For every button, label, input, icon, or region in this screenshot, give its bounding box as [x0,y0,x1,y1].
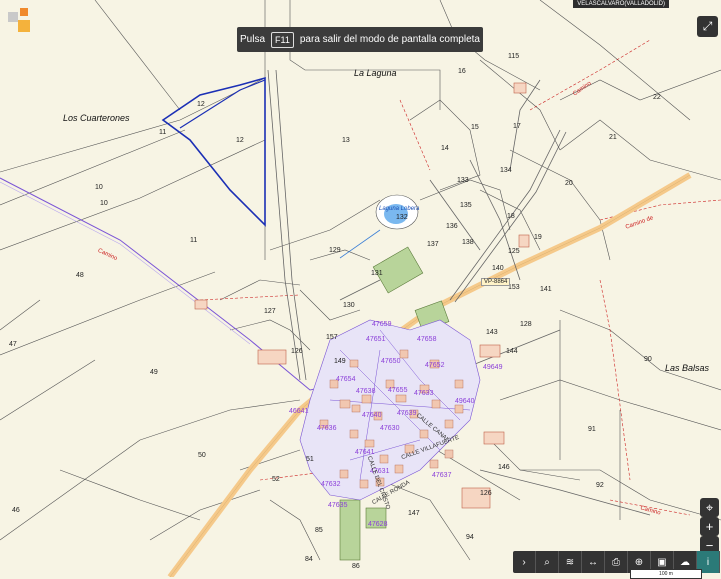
catastro-logo [8,8,34,32]
parcel-label: 17 [513,123,521,130]
fullscreen-banner: Pulsa F11 para salir del modo de pantall… [237,27,483,52]
parcel-label: 141 [540,286,552,293]
place-laguna-lobera: Laguna Lobera [379,206,420,212]
ref-label: 47658 [417,336,437,343]
parcel-label: 140 [492,265,504,272]
parcel-label: 137 [427,241,439,248]
parcel-label: 126 [480,490,492,497]
ref-label: 47630 [380,425,400,432]
banner-prefix: Pulsa [240,34,266,45]
ref-label: 47655 [388,387,408,394]
parcel-label: 52 [272,476,280,483]
parcel-label: 143 [486,329,498,336]
parcel-label: 147 [408,510,420,517]
road-label-vp: VP-8864 [481,278,511,286]
ref-label: 47641 [355,449,375,456]
ref-label: 47638 [356,388,376,395]
ref-label: 47651 [366,336,386,343]
banner-text: para salir del modo de pantalla completa [299,34,480,45]
parcel-label: 18 [507,213,515,220]
parcel-label: 144 [506,348,518,355]
ref-label: 47632 [321,481,341,488]
parcel-label: 146 [498,464,510,471]
place-los-cuarterones: Los Cuarterones [63,113,130,123]
measure-icon[interactable]: ↔ [582,551,605,573]
parcel-label: 12 [197,101,205,108]
parcel-label: 90 [644,356,652,363]
ref-label: 47640 [362,412,382,419]
layers-icon[interactable]: ≋ [559,551,582,573]
cadastral-map[interactable] [0,0,721,577]
locate-icon[interactable]: ⌖ [700,498,719,517]
ref-label: 47628 [368,521,388,528]
parcel-label: 14 [441,145,449,152]
parcel-label: 94 [466,534,474,541]
parcel-label: 22 [653,94,661,101]
print-icon[interactable]: ⎙ [605,551,628,573]
parcel-label: 135 [460,202,472,209]
f11-key: F11 [271,31,294,48]
parcel-label: 125 [508,248,520,255]
parcel-label: 86 [352,563,360,570]
zoom-in-button[interactable]: + [700,517,719,536]
ref-label: 49649 [483,364,503,371]
ref-label: 47650 [381,358,401,365]
ref-label: 47636 [317,425,337,432]
parcel-label: 128 [520,321,532,328]
parcel-label: 48 [76,272,84,279]
expand-icon[interactable]: ⤢ [697,16,718,37]
ref-label: 47639 [397,410,417,417]
parcel-label: 50 [198,452,206,459]
parcel-label: 20 [565,180,573,187]
parcel-label: 138 [462,239,474,246]
parcel-label: 12 [236,137,244,144]
parcel-label: 127 [264,308,276,315]
parcel-label: 131 [371,270,383,277]
parcel-label: 126 [291,348,303,355]
parcel-label: 134 [500,167,512,174]
ref-label: 46641 [289,408,309,415]
parcel-label: 115 [508,53,520,60]
parcel-label: 51 [306,456,314,463]
parcel-label: 132 [396,214,408,221]
parcel-label: 46 [12,507,20,514]
parcel-label: 11 [159,129,167,136]
chevron-icon[interactable]: › [513,551,536,573]
place-las-balsas: Las Balsas [665,363,710,373]
parcel-label: 11 [190,237,198,244]
parcel-label: 10 [100,200,108,207]
ref-label: 47652 [425,362,445,369]
ref-label: 47635 [328,502,348,509]
parcel-label: 130 [343,302,355,309]
parcel-label: 47 [9,341,17,348]
parcel-label: 133 [457,177,469,184]
parcel-label: 13 [342,137,350,144]
parcel-label: 49 [150,369,158,376]
parcel-label: 149 [334,358,346,365]
ref-label: 47637 [432,472,452,479]
scale-bar: 100 m [630,569,702,579]
parcel-label: 19 [534,234,542,241]
parcel-label: 15 [471,124,479,131]
parcel-label: 16 [458,68,466,75]
parcel-label: 129 [329,247,341,254]
parcel-label: 136 [446,223,458,230]
parcel-label: 84 [305,556,313,563]
ref-label: 47633 [414,390,434,397]
search-icon[interactable]: ⌕ [536,551,559,573]
parcel-label: 21 [609,134,617,141]
parcel-label: 85 [315,527,323,534]
ref-label: 47659 [372,321,392,328]
parcel-label: 91 [588,426,596,433]
municipality-label: VELASCALVARO(VALLADOLID) [573,0,669,8]
parcel-label: 92 [596,482,604,489]
place-la-laguna: La Laguna [354,68,397,78]
parcel-label: 10 [95,184,103,191]
parcel-label: 157 [326,334,338,341]
ref-label: 49640 [455,398,475,405]
ref-label: 47654 [336,376,356,383]
